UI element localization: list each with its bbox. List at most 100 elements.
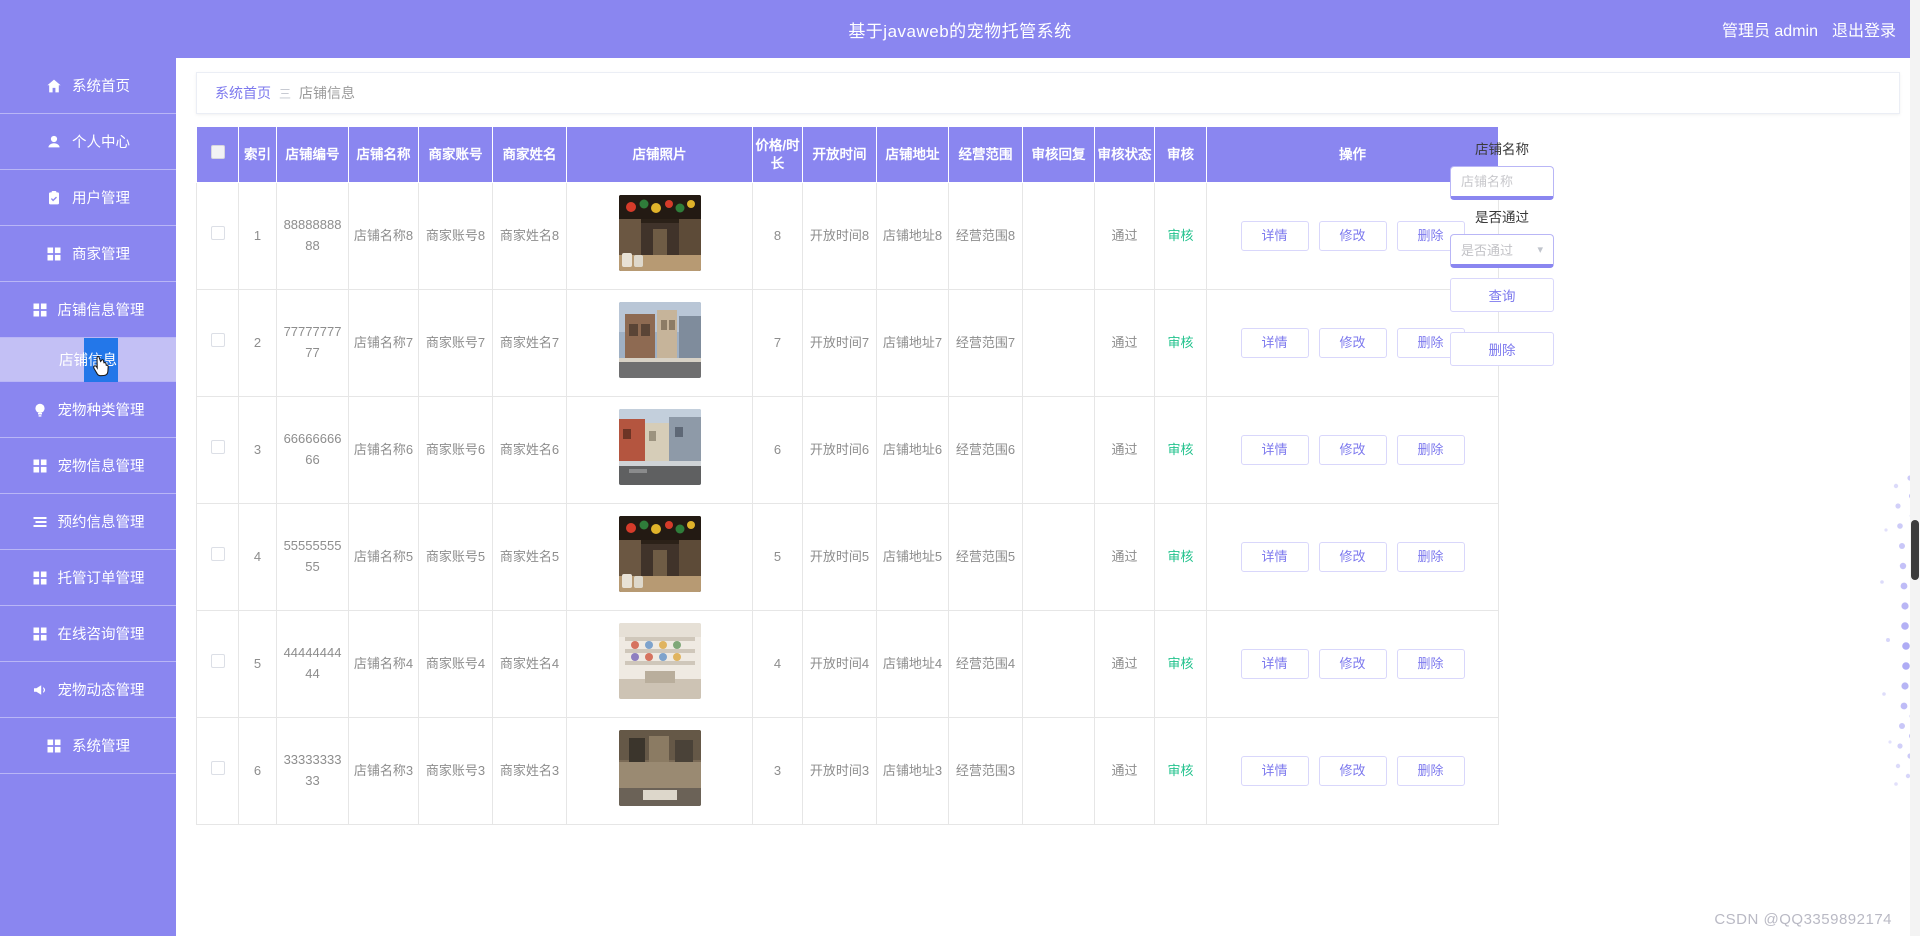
row-checkbox[interactable] [211, 440, 225, 454]
cell-merchant-account: 商家账号8 [419, 183, 493, 290]
th-shop-no: 店铺编号 [277, 127, 349, 183]
shop-photo-thumbnail[interactable] [619, 302, 701, 378]
shop-photo-thumbnail[interactable] [619, 195, 701, 271]
cell-shop-photo[interactable] [567, 611, 753, 718]
shop-photo-thumbnail[interactable] [619, 516, 701, 592]
sidebar-item-user-management[interactable]: 用户管理 [0, 170, 176, 226]
cell-shop-photo[interactable] [567, 718, 753, 825]
cell-merchant-account: 商家账号4 [419, 611, 493, 718]
review-link[interactable]: 审核 [1167, 549, 1193, 564]
detail-button[interactable]: 详情 [1241, 756, 1309, 786]
cell-shop-photo[interactable] [567, 290, 753, 397]
th-open-time: 开放时间 [803, 127, 877, 183]
breadcrumb-separator: 三 [279, 85, 291, 102]
shop-photo-thumbnail[interactable] [619, 623, 701, 699]
edit-button[interactable]: 修改 [1319, 649, 1387, 679]
edit-button[interactable]: 修改 [1319, 542, 1387, 572]
cell-price: 3 [753, 718, 803, 825]
cell-review-reply [1023, 183, 1095, 290]
edit-button[interactable]: 修改 [1319, 328, 1387, 358]
th-select-all[interactable] [197, 127, 239, 183]
cell-review-action[interactable]: 审核 [1155, 183, 1207, 290]
cell-shop-no: 7777777777 [277, 290, 349, 397]
sidebar-item-shop-info-management[interactable]: 店铺信息管理 [0, 282, 176, 338]
cell-select[interactable] [197, 611, 239, 718]
cell-index: 5 [239, 611, 277, 718]
cell-review-state: 通过 [1095, 718, 1155, 825]
sidebar-item-trusteeship-order-management[interactable]: 托管订单管理 [0, 550, 176, 606]
cell-merchant-name: 商家姓名7 [493, 290, 567, 397]
cell-review-action[interactable]: 审核 [1155, 504, 1207, 611]
cell-open-time: 开放时间7 [803, 290, 877, 397]
sidebar-item-pet-news-management[interactable]: 宠物动态管理 [0, 662, 176, 718]
review-link[interactable]: 审核 [1167, 228, 1193, 243]
batch-delete-button[interactable]: 删除 [1450, 332, 1554, 366]
home-icon [46, 78, 62, 94]
grid-icon [32, 570, 48, 586]
list-icon [32, 514, 48, 530]
clipboard-icon [46, 190, 62, 206]
cell-select[interactable] [197, 183, 239, 290]
cell-select[interactable] [197, 504, 239, 611]
review-link[interactable]: 审核 [1167, 442, 1193, 457]
sidebar-item-system-management[interactable]: 系统管理 [0, 718, 176, 774]
logout-button[interactable]: 退出登录 [1832, 17, 1896, 41]
th-address: 店铺地址 [877, 127, 949, 183]
sidebar-item-pet-category-management[interactable]: 宠物种类管理 [0, 382, 176, 438]
sidebar-item-merchant-management[interactable]: 商家管理 [0, 226, 176, 282]
cell-merchant-account: 商家账号7 [419, 290, 493, 397]
cell-merchant-account: 商家账号6 [419, 397, 493, 504]
row-checkbox[interactable] [211, 547, 225, 561]
row-checkbox[interactable] [211, 761, 225, 775]
sidebar-item-profile[interactable]: 个人中心 [0, 114, 176, 170]
detail-button[interactable]: 详情 [1241, 221, 1309, 251]
cell-index: 6 [239, 718, 277, 825]
cell-select[interactable] [197, 718, 239, 825]
cell-shop-photo[interactable] [567, 183, 753, 290]
cell-price: 5 [753, 504, 803, 611]
cell-review-action[interactable]: 审核 [1155, 397, 1207, 504]
search-button[interactable]: 查询 [1450, 278, 1554, 312]
detail-button[interactable]: 详情 [1241, 435, 1309, 465]
cell-select[interactable] [197, 397, 239, 504]
cell-index: 3 [239, 397, 277, 504]
shop-photo-thumbnail[interactable] [619, 409, 701, 485]
cell-shop-photo[interactable] [567, 397, 753, 504]
cell-review-action[interactable]: 审核 [1155, 718, 1207, 825]
sidebar-item-online-consult-management[interactable]: 在线咨询管理 [0, 606, 176, 662]
review-link[interactable]: 审核 [1167, 763, 1193, 778]
cell-shop-no: 4444444444 [277, 611, 349, 718]
detail-button[interactable]: 详情 [1241, 649, 1309, 679]
top-header-bar: 基于javaweb的宠物托管系统 管理员 admin 退出登录 [0, 0, 1920, 58]
edit-button[interactable]: 修改 [1319, 221, 1387, 251]
cell-select[interactable] [197, 290, 239, 397]
review-link[interactable]: 审核 [1167, 656, 1193, 671]
cell-review-action[interactable]: 审核 [1155, 290, 1207, 397]
sidebar-item-home[interactable]: 系统首页 [0, 58, 176, 114]
edit-button[interactable]: 修改 [1319, 435, 1387, 465]
detail-button[interactable]: 详情 [1241, 542, 1309, 572]
cell-open-time: 开放时间4 [803, 611, 877, 718]
pass-select[interactable]: 是否通过 ▾ [1450, 234, 1554, 268]
row-checkbox[interactable] [211, 654, 225, 668]
pass-select-value: 是否通过 [1461, 240, 1513, 259]
page-scrollbar-track[interactable] [1910, 0, 1920, 936]
row-checkbox[interactable] [211, 333, 225, 347]
sidebar-item-label: 宠物动态管理 [58, 679, 145, 700]
shop-photo-thumbnail[interactable] [619, 730, 701, 806]
shop-name-input[interactable] [1450, 166, 1554, 200]
cell-review-state: 通过 [1095, 611, 1155, 718]
review-link[interactable]: 审核 [1167, 335, 1193, 350]
sidebar-item-pet-info-management[interactable]: 宠物信息管理 [0, 438, 176, 494]
cell-review-action[interactable]: 审核 [1155, 611, 1207, 718]
edit-button[interactable]: 修改 [1319, 756, 1387, 786]
detail-button[interactable]: 详情 [1241, 328, 1309, 358]
sidebar-subitem-shop-info[interactable]: 店铺信息 [0, 338, 176, 382]
page-scrollbar-thumb[interactable] [1911, 520, 1919, 580]
row-checkbox[interactable] [211, 226, 225, 240]
cell-shop-photo[interactable] [567, 504, 753, 611]
select-all-checkbox[interactable] [211, 145, 225, 159]
cell-business-scope: 经营范围7 [949, 290, 1023, 397]
breadcrumb-home-link[interactable]: 系统首页 [215, 83, 271, 103]
sidebar-item-appointment-management[interactable]: 预约信息管理 [0, 494, 176, 550]
